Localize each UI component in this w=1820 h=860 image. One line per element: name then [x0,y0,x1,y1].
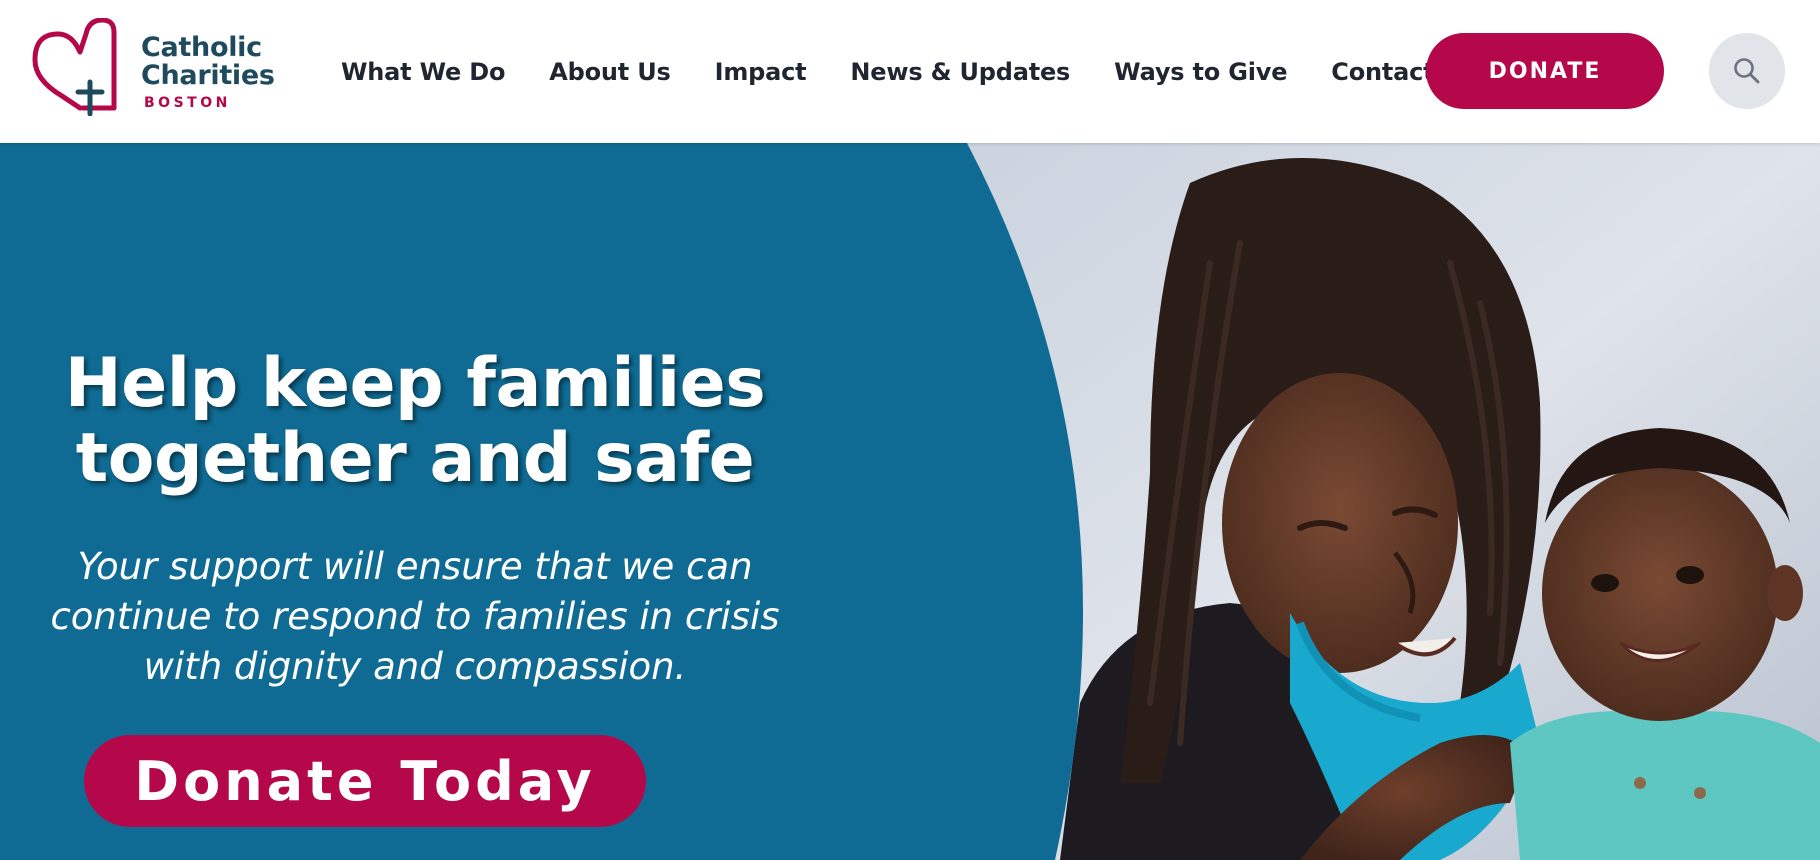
hero-subtitle: Your support will ensure that we can con… [30,542,800,692]
search-icon [1734,58,1760,84]
donate-button[interactable]: DONATE [1426,33,1664,109]
main-nav: What We Do About Us Impact News & Update… [341,0,1435,143]
hero-subtitle-line1: Your support will ensure that we can [77,545,753,588]
hero-copy: Help keep families together and safe You… [30,346,800,692]
hero-subtitle-line3: with dignity and compassion. [143,645,687,688]
hero-title-line2: together and safe [75,419,755,498]
logo-city: BOSTON [144,95,231,111]
nav-item-about-us[interactable]: About Us [549,58,671,86]
nav-item-ways-to-give[interactable]: Ways to Give [1114,58,1287,86]
hero-title: Help keep families together and safe [30,346,800,496]
nav-item-what-we-do[interactable]: What We Do [341,58,505,86]
nav-item-contact[interactable]: Contact [1331,58,1434,86]
hero-banner: Help keep families together and safe You… [0,143,1820,860]
nav-item-news-updates[interactable]: News & Updates [850,58,1070,86]
logo-name-line2: Charities [141,60,275,91]
logo-name-line1: Catholic [141,32,262,63]
search-button[interactable] [1709,33,1785,109]
hero-subtitle-line2: continue to respond to families in crisi… [50,595,780,638]
site-header: Catholic Charities BOSTON What We Do Abo… [0,0,1820,143]
nav-item-impact[interactable]: Impact [715,58,807,86]
catholic-charities-logo[interactable]: Catholic Charities BOSTON [32,18,292,118]
donate-today-button[interactable]: Donate Today [84,735,646,827]
hero-title-line1: Help keep families [64,344,766,423]
heart-cross-icon [32,18,117,116]
logo-wordmark: Catholic Charities BOSTON [141,32,275,112]
